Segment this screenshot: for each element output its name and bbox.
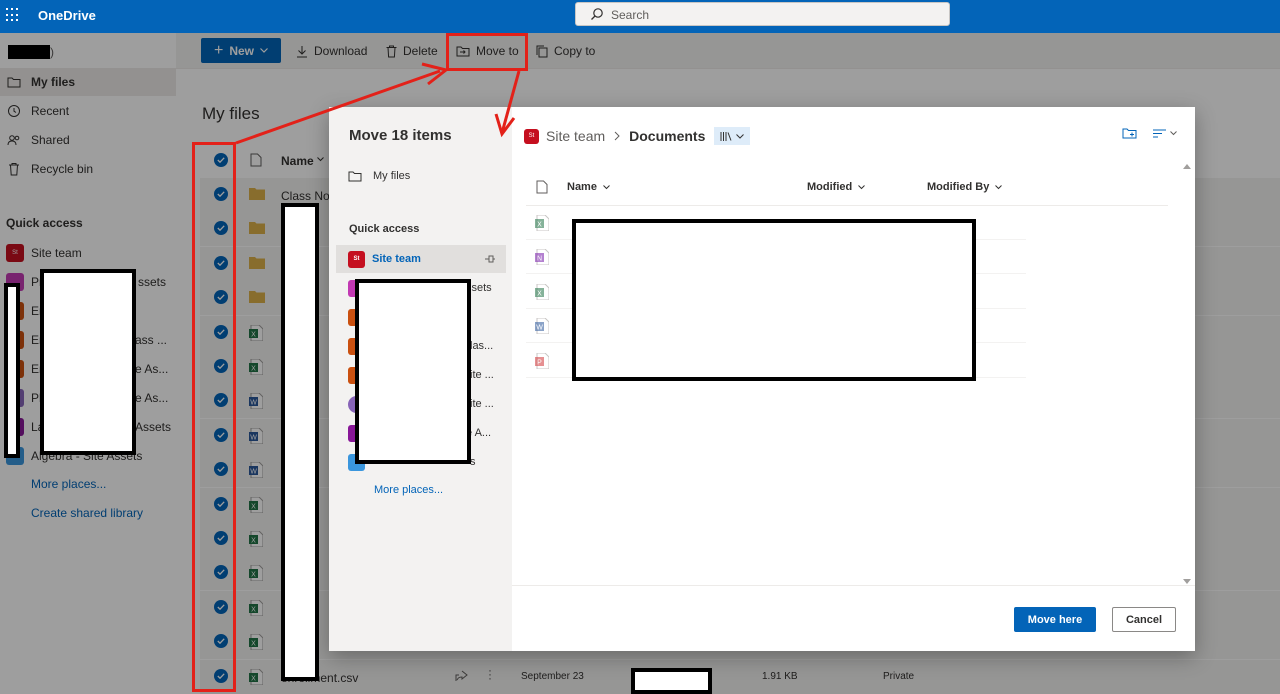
annotation-arrows bbox=[235, 62, 521, 145]
